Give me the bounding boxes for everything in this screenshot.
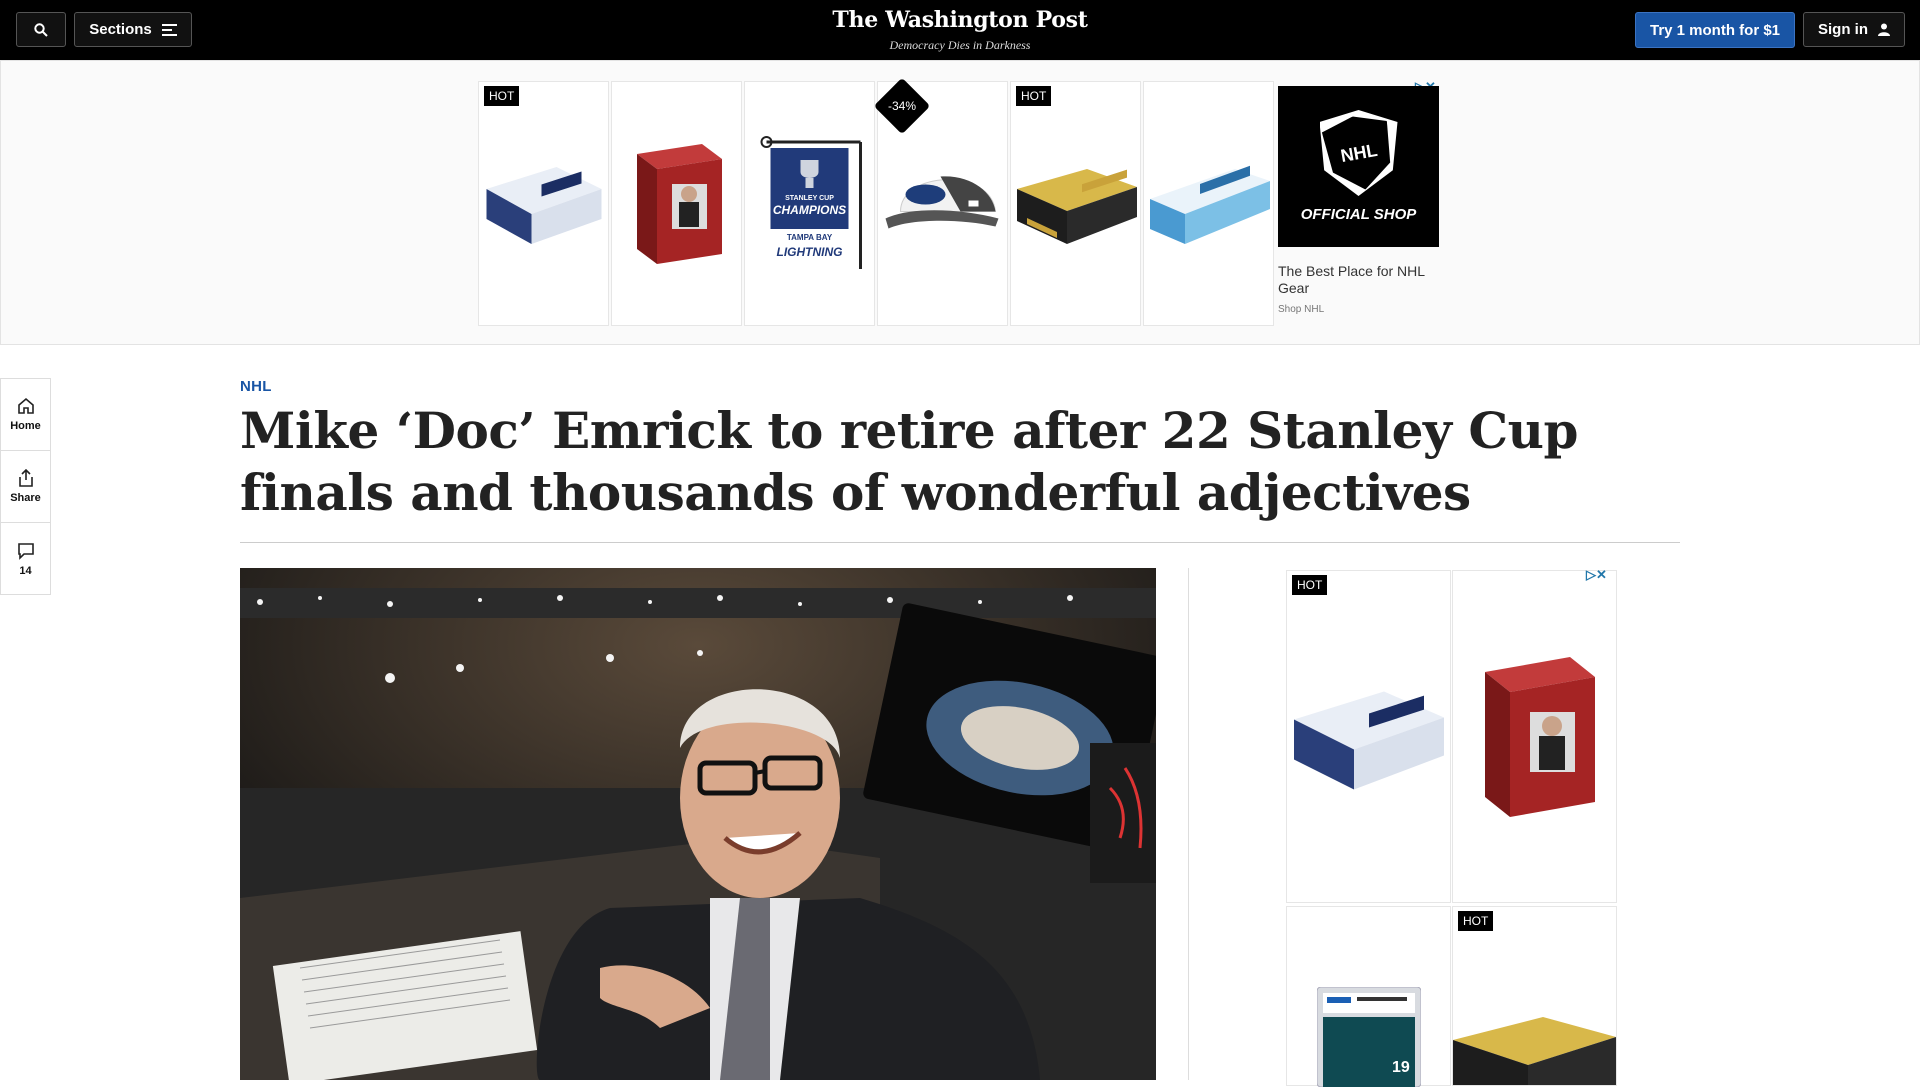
top-ad-banner: HOT STANLEY CUP CHAMPIONS TAMPA BAY LIGH…: [0, 60, 1920, 345]
ad-product-card[interactable]: HOT: [1010, 81, 1141, 326]
ad-product-card[interactable]: [1143, 81, 1274, 326]
sections-button[interactable]: Sections: [74, 12, 192, 47]
pennant-line-1: STANLEY CUP: [785, 195, 834, 202]
discount-badge: -34%: [873, 77, 931, 135]
broadcaster-photo-image: [240, 568, 1156, 1080]
ad-product-card[interactable]: STANLEY CUP CHAMPIONS TAMPA BAY LIGHTNIN…: [744, 81, 875, 326]
share-icon: [18, 469, 33, 487]
share-button[interactable]: Share: [1, 451, 50, 523]
share-label: Share: [10, 492, 41, 504]
sections-label: Sections: [89, 21, 152, 38]
lead-photo[interactable]: [240, 568, 1156, 1080]
hot-badge: HOT: [1458, 911, 1494, 931]
comment-icon: [17, 542, 34, 560]
ad-product-card[interactable]: HOT: [1286, 570, 1451, 903]
card-box-image: [1149, 165, 1270, 244]
ad-sponsor[interactable]: Shop NHL: [1278, 304, 1324, 315]
search-icon: [34, 22, 48, 37]
card-box-image: [636, 143, 722, 264]
ad-product-card[interactable]: 19: [1286, 906, 1451, 1087]
nhl-mark: NHL: [1320, 111, 1398, 195]
hot-badge: HOT: [1292, 575, 1328, 595]
card-box-image: [1453, 1017, 1616, 1085]
pennant-line-3: TAMPA BAY: [786, 233, 832, 242]
column-divider: [1188, 568, 1189, 1080]
ad-product-card[interactable]: -34%: [873, 77, 1008, 326]
card-box-image: [1484, 656, 1595, 817]
article-headline: Mike ‘Doc’ Emrick to retire after 22 Sta…: [240, 401, 1578, 522]
ad-headline[interactable]: The Best Place for NHL Gear: [1278, 263, 1448, 297]
ad-product-card[interactable]: [1452, 570, 1617, 903]
discount-label: -34%: [887, 98, 917, 113]
sign-in-button[interactable]: Sign in: [1803, 12, 1905, 47]
hot-badge: HOT: [484, 86, 520, 106]
comments-count: 14: [19, 564, 32, 577]
ad-product-card[interactable]: [611, 81, 742, 326]
ad-choices-icon[interactable]: ▷✕: [1586, 567, 1607, 583]
hot-badge: HOT: [1016, 86, 1052, 106]
tagline: Democracy Dies in Darkness: [889, 38, 1031, 52]
home-button[interactable]: Home: [1, 379, 50, 451]
logo: The Washington Post: [832, 7, 1088, 33]
card-box-image: [486, 166, 601, 244]
ad-product-card[interactable]: HOT: [1452, 906, 1617, 1086]
user-icon: [1878, 23, 1890, 36]
left-action-rail: Home Share 14: [0, 378, 51, 595]
nhl-shop-logo[interactable]: NHL OFFICIAL SHOP: [1278, 86, 1439, 247]
pennant-line-4: LIGHTNING: [776, 245, 842, 259]
cap-image: [885, 175, 998, 228]
home-label: Home: [10, 420, 41, 432]
menu-icon: [161, 23, 177, 36]
ad-product-card[interactable]: HOT: [478, 81, 609, 326]
search-button[interactable]: [16, 12, 66, 47]
comments-button[interactable]: 14: [1, 523, 50, 595]
section-kicker[interactable]: NHL: [240, 378, 272, 395]
headline-divider: [240, 542, 1680, 543]
official-shop-label: OFFICIAL SHOP: [1300, 206, 1417, 223]
sign-in-label: Sign in: [1818, 21, 1868, 38]
graded-card-image: 19: [1317, 987, 1421, 1087]
home-icon: [17, 397, 34, 414]
subscribe-button[interactable]: Try 1 month for $1: [1635, 12, 1795, 48]
top-navigation: Sections The Washington Post Democracy D…: [0, 0, 1920, 60]
pennant-flag-image: STANLEY CUP CHAMPIONS TAMPA BAY LIGHTNIN…: [760, 135, 862, 269]
nhl-shield-icon: NHL: [1319, 110, 1398, 196]
pennant-line-2: CHAMPIONS: [772, 203, 845, 217]
slab-number: 19: [1392, 1059, 1410, 1076]
masthead[interactable]: The Washington Post Democracy Dies in Da…: [820, 6, 1100, 53]
card-box-image: [1016, 168, 1137, 244]
card-box-image: [1293, 691, 1444, 789]
